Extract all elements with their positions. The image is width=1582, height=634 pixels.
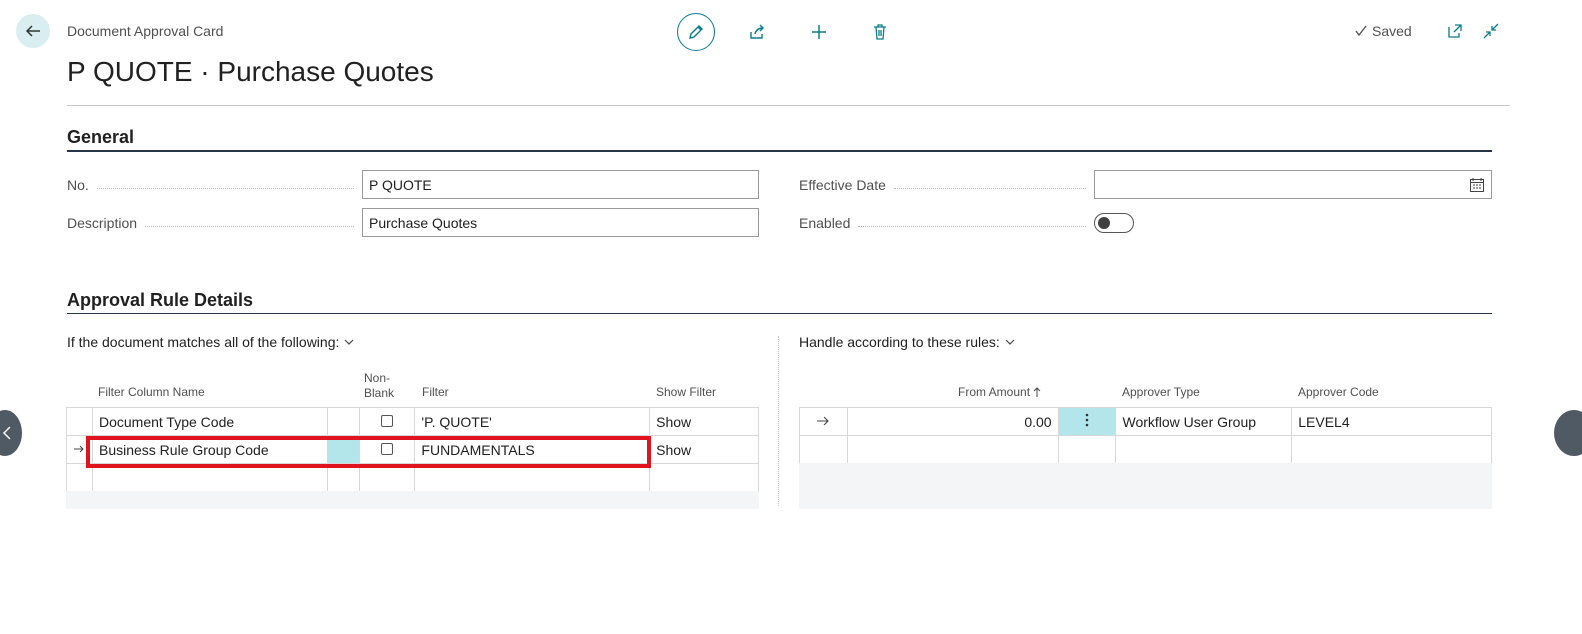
- page-title: P QUOTE · Purchase Quotes: [67, 56, 434, 87]
- toggle-knob: [1098, 217, 1110, 229]
- open-new-window-button[interactable]: [1446, 22, 1466, 42]
- col-non-blank-line2: Blank: [364, 386, 395, 400]
- col-from-amount[interactable]: From Amount: [958, 385, 1041, 399]
- from-amount-cell[interactable]: 0.00: [846, 407, 1059, 436]
- rules-table: 0.00 Workflow User Group LEVEL4: [799, 407, 1492, 464]
- effective-date-label: Effective Date: [799, 177, 1094, 193]
- non-blank-checkbox[interactable]: [380, 414, 393, 427]
- delete-button[interactable]: [867, 19, 893, 45]
- table-row[interactable]: [799, 435, 1492, 464]
- enabled-label: Enabled: [799, 215, 1094, 231]
- row-indicator[interactable]: [66, 407, 93, 436]
- no-field[interactable]: P QUOTE: [362, 170, 759, 199]
- col-approver-code[interactable]: Approver Code: [1298, 385, 1379, 399]
- show-filter-cell[interactable]: [649, 463, 759, 492]
- approver-type-cell[interactable]: Workflow User Group: [1115, 407, 1293, 436]
- scroll-left-button[interactable]: [0, 410, 22, 456]
- section-approval-title: Approval Rule Details: [67, 290, 254, 310]
- check-icon: [1355, 25, 1367, 37]
- saved-status: Saved: [1354, 23, 1412, 39]
- col-filter-column-name[interactable]: Filter Column Name: [98, 385, 205, 399]
- approver-code-cell[interactable]: [1291, 435, 1492, 464]
- collapse-button[interactable]: [1482, 22, 1502, 42]
- description-label-text: Description: [67, 215, 138, 231]
- collapse-icon: [1483, 23, 1499, 39]
- handle-caption[interactable]: Handle according to these rules:: [799, 334, 1016, 350]
- section-approval-rule: [67, 313, 1492, 314]
- pencil-icon: [689, 25, 703, 39]
- chevron-down-icon: [344, 339, 354, 345]
- chevron-left-icon: [2, 426, 11, 440]
- col-filter[interactable]: Filter: [422, 385, 449, 399]
- col-show-filter[interactable]: Show Filter: [656, 385, 716, 399]
- saved-label: Saved: [1372, 23, 1412, 39]
- conditions-caption-text: If the document matches all of the follo…: [67, 334, 340, 350]
- non-blank-cell[interactable]: [358, 407, 416, 436]
- new-button[interactable]: [806, 19, 832, 45]
- approver-code-cell[interactable]: LEVEL4: [1291, 407, 1492, 436]
- col-non-blank-line1: Non-: [364, 371, 391, 385]
- row-indicator[interactable]: [799, 435, 848, 464]
- page-caption: Document Approval Card: [67, 23, 224, 39]
- filter-column-name-cell[interactable]: Document Type Code: [91, 407, 328, 436]
- edit-button[interactable]: [677, 13, 715, 51]
- trash-icon: [874, 24, 886, 40]
- rules-table-footer: [799, 463, 1492, 509]
- table-row[interactable]: Document Type Code 'P. QUOTE' Show: [66, 407, 759, 436]
- highlight-box: [86, 436, 651, 468]
- sort-up-icon: [1033, 386, 1041, 397]
- header-divider: [67, 105, 1510, 106]
- section-general-rule: [67, 150, 1492, 152]
- row-actions-cell[interactable]: [1057, 435, 1117, 464]
- filter-cell[interactable]: 'P. QUOTE': [414, 407, 651, 436]
- show-filter-link[interactable]: Show: [649, 435, 759, 464]
- row-indicator[interactable]: [799, 407, 848, 436]
- back-arrow-icon: [25, 25, 40, 37]
- effective-date-label-text: Effective Date: [799, 177, 886, 193]
- panel-divider: [778, 336, 779, 506]
- no-label: No.: [67, 177, 362, 193]
- scroll-right-button[interactable]: [1554, 410, 1582, 456]
- back-button[interactable]: [16, 14, 50, 48]
- share-icon: [750, 24, 764, 39]
- row-actions-cell[interactable]: [1057, 407, 1117, 436]
- row-arrow-icon: [74, 445, 84, 452]
- share-button[interactable]: [744, 19, 770, 45]
- col-non-blank[interactable]: Non- Blank: [364, 371, 394, 401]
- calendar-icon[interactable]: [1469, 177, 1485, 193]
- enabled-label-text: Enabled: [799, 215, 851, 231]
- filter-table-footer: [66, 491, 759, 509]
- open-new-window-icon: [1448, 24, 1462, 38]
- handle-caption-text: Handle according to these rules:: [799, 334, 1000, 350]
- col-approver-type[interactable]: Approver Type: [1122, 385, 1200, 399]
- col-from-amount-text: From Amount: [958, 385, 1031, 399]
- show-filter-link[interactable]: Show: [649, 407, 759, 436]
- plus-icon: [812, 25, 826, 39]
- ellipsis-vertical-icon: [1085, 413, 1089, 427]
- conditions-caption[interactable]: If the document matches all of the follo…: [67, 334, 355, 350]
- effective-date-field[interactable]: [1094, 170, 1492, 199]
- from-amount-cell[interactable]: [846, 435, 1059, 464]
- description-field[interactable]: Purchase Quotes: [362, 208, 759, 237]
- approver-type-cell[interactable]: [1115, 435, 1293, 464]
- description-label: Description: [67, 215, 362, 231]
- spacer-cell: [326, 407, 360, 436]
- enabled-toggle[interactable]: [1094, 213, 1134, 233]
- no-label-text: No.: [67, 177, 89, 193]
- chevron-down-icon: [1005, 339, 1015, 345]
- section-general-title: General: [67, 127, 135, 147]
- row-arrow-icon: [817, 416, 830, 425]
- table-row[interactable]: 0.00 Workflow User Group LEVEL4: [799, 407, 1492, 436]
